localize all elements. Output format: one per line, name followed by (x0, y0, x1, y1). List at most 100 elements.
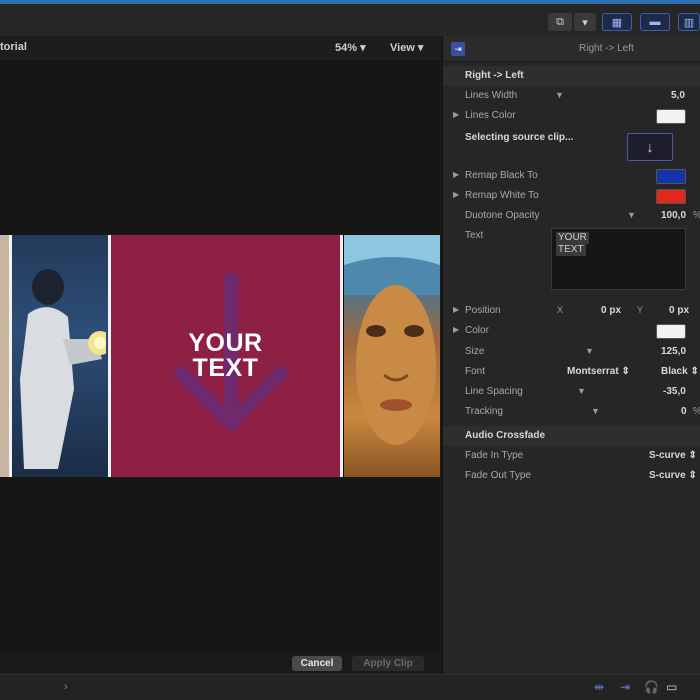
text-input-line-2: TEXT (556, 244, 586, 256)
font-family-value: Montserrat (567, 366, 619, 377)
zoom-value: 54% (335, 42, 358, 54)
lines-width-label: Lines Width (465, 90, 518, 101)
remap-black-row: ▶ Remap Black To ▾ (443, 166, 700, 186)
fade-out-value: S-curve (649, 470, 686, 481)
text-color-swatch[interactable] (656, 324, 686, 339)
position-x-value[interactable]: 0 px (601, 305, 621, 316)
title-line-1: YOUR (188, 329, 263, 357)
fade-out-label: Fade Out Type (465, 470, 531, 481)
chevron-right-icon[interactable]: › (64, 681, 68, 693)
lines-width-value[interactable]: 5,0 (671, 90, 685, 101)
duotone-opacity-label: Duotone Opacity (465, 210, 540, 221)
remap-white-label: Remap White To (465, 190, 539, 201)
position-y-value[interactable]: 0 px (669, 305, 689, 316)
fade-in-label: Fade In Type (465, 450, 524, 461)
disclosure-triangle-icon[interactable]: ▶ (453, 305, 459, 314)
inspector-panel: ⇥ Right -> Left Right -> Left Lines Widt… (442, 36, 700, 674)
font-row: Font Montserrat ⇕ Black ⇕ (443, 362, 700, 382)
slider-handle-icon[interactable]: ▼ (585, 346, 594, 356)
clip-panel-astronaut (12, 235, 108, 477)
fade-in-value: S-curve (649, 450, 686, 461)
source-clip-button[interactable]: ↓ (627, 133, 673, 161)
top-toolbar: ⧉ ▾ ▦ ▬ ▥ (0, 0, 700, 36)
marker-icon[interactable]: ⇹ (594, 680, 604, 694)
disclosure-triangle-icon[interactable]: ▶ (453, 325, 459, 334)
audio-section-title: Audio Crossfade (465, 430, 546, 441)
link-icon[interactable]: ⧉ (548, 13, 572, 31)
text-label: Text (465, 230, 484, 241)
disclosure-triangle-icon[interactable]: ▶ (453, 170, 459, 179)
inspector-view-icon[interactable]: ▥ (678, 13, 700, 31)
section-right-left: Right -> Left (443, 66, 700, 86)
color-row: ▶ Color ▾ (443, 321, 700, 341)
size-value[interactable]: 125,0 (661, 346, 686, 357)
remap-black-swatch[interactable] (656, 169, 686, 184)
disclosure-triangle-icon[interactable]: ▶ (453, 190, 459, 199)
source-clip-label: Selecting source clip... (465, 132, 574, 143)
title-line-2: TEXT (192, 354, 259, 382)
lines-color-label: Lines Color (465, 110, 516, 121)
disclosure-triangle-icon[interactable]: ▶ (453, 110, 459, 119)
grid-view-icon[interactable]: ▦ (602, 13, 632, 31)
title-panel: YOUR TEXT (111, 235, 340, 477)
divider-line (340, 235, 343, 477)
skimming-icon[interactable]: ▭ (666, 680, 677, 694)
face-image (344, 235, 440, 445)
astronaut-image (20, 269, 106, 469)
chevron-down-icon[interactable]: ▾ (574, 13, 596, 31)
apply-clip-button[interactable]: Apply Clip (352, 656, 424, 671)
zoom-dropdown[interactable]: 54% ▾ (335, 41, 366, 54)
transition-icon: ⇥ (451, 42, 465, 56)
lines-color-swatch[interactable] (656, 109, 686, 124)
status-bar: › ⇹ ⇥ 🎧 ▭ (0, 674, 700, 700)
viewer: torial 54% ▾ View ▾ YOUR TEXT (0, 36, 440, 652)
title-overlay-text: YOUR TEXT (111, 331, 340, 381)
headphones-icon[interactable]: 🎧 (644, 680, 659, 694)
view-dropdown[interactable]: View ▾ (390, 41, 423, 54)
font-family-select[interactable]: Montserrat ⇕ (567, 366, 630, 377)
font-style-select[interactable]: Black ⇕ (661, 366, 699, 377)
viewer-header: torial 54% ▾ View ▾ (0, 36, 440, 60)
arrow-down-icon: ↓ (646, 139, 654, 155)
fade-in-row: Fade In Type S-curve ⇕ (443, 446, 700, 466)
snap-icon[interactable]: ⇥ (620, 680, 630, 694)
position-row: ▶ Position X 0 px Y 0 px (443, 301, 700, 321)
timeline-view-icon[interactable]: ▬ (640, 13, 670, 31)
view-label: View (390, 42, 415, 54)
line-spacing-value[interactable]: -35,0 (663, 386, 686, 397)
slider-handle-icon[interactable]: ▼ (555, 90, 564, 100)
duotone-opacity-row: Duotone Opacity ▼ 100,0 % (443, 206, 700, 226)
cancel-button[interactable]: Cancel (292, 656, 342, 671)
remap-white-row: ▶ Remap White To ▾ (443, 186, 700, 206)
line-spacing-row: Line Spacing ▼ -35,0 (443, 382, 700, 402)
video-frame[interactable]: YOUR TEXT (0, 235, 440, 477)
text-input[interactable]: YOUR TEXT (551, 228, 686, 290)
duotone-opacity-value[interactable]: 100,0 (661, 210, 686, 221)
slider-handle-icon[interactable]: ▼ (627, 210, 636, 220)
clip-panel-face (344, 235, 440, 477)
position-y-label: Y (637, 305, 644, 315)
tracking-label: Tracking (465, 406, 503, 417)
lines-width-row: Lines Width ▼ 5,0 (443, 86, 700, 106)
inspector-title: Right -> Left (579, 43, 634, 54)
position-label: Position (465, 305, 501, 316)
slider-handle-icon[interactable]: ▼ (577, 386, 586, 396)
section-title: Right -> Left (465, 70, 524, 81)
section-audio-crossfade: Audio Crossfade (443, 426, 700, 446)
line-spacing-label: Line Spacing (465, 386, 523, 397)
slider-handle-icon[interactable]: ▼ (591, 406, 600, 416)
font-style-value: Black (661, 366, 688, 377)
fade-out-select[interactable]: S-curve ⇕ (649, 470, 697, 481)
color-label: Color (465, 325, 489, 336)
font-label: Font (465, 366, 486, 377)
viewer-title: torial (0, 41, 27, 53)
tracking-unit: % (693, 406, 700, 417)
bottom-actions: Cancel Apply Clip (0, 652, 440, 674)
position-x-label: X (557, 305, 564, 315)
duotone-unit: % (693, 210, 700, 221)
tracking-value[interactable]: 0 (681, 406, 687, 417)
fade-in-select[interactable]: S-curve ⇕ (649, 450, 697, 461)
remap-white-swatch[interactable] (656, 189, 686, 204)
size-row: Size ▼ 125,0 (443, 342, 700, 362)
tracking-row: Tracking ▼ 0 % (443, 402, 700, 422)
